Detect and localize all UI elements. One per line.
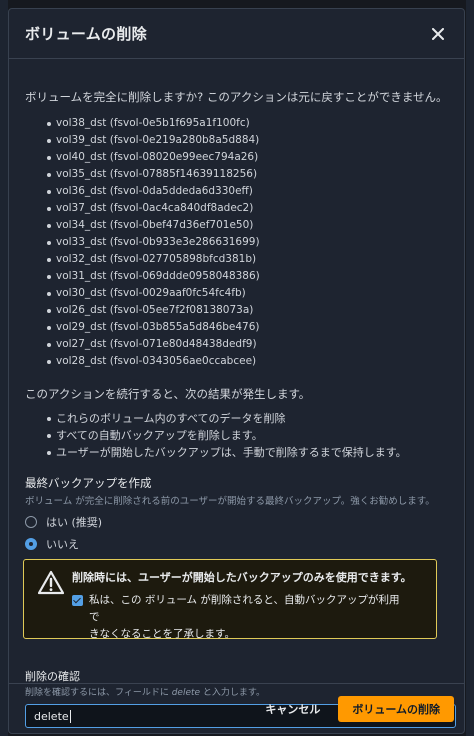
dialog-title: ボリュームの削除 xyxy=(25,25,147,43)
background-panel-left xyxy=(0,0,8,736)
backup-warning-alert: 削除時には、ユーザーが開始したバックアップのみを使用できます。 私は、この ボリ… xyxy=(23,559,437,640)
radio-label-yes: はい (推奨) xyxy=(46,516,103,529)
radio-button-yes[interactable] xyxy=(25,516,37,528)
effect-list-item: これらのボリューム内のすべてのデータを削除 xyxy=(47,410,448,427)
acknowledge-text-line-1: 私は、この ボリューム が削除されると、自動バックアップが利用で xyxy=(89,594,400,623)
warning-triangle-icon xyxy=(38,570,64,595)
effect-list-item: ユーザーが開始したバックアップは、手動で削除するまで保持します。 xyxy=(47,444,448,461)
effect-list-item: すべての自動バックアップを削除します。 xyxy=(47,427,448,444)
final-backup-option-no[interactable]: いいえ xyxy=(25,535,448,553)
volume-list-item: vol33_dst (fsvol-0b933e3e286631699) xyxy=(47,234,448,251)
volume-list-item: vol27_dst (fsvol-071e80d48438dedf9) xyxy=(47,336,448,353)
final-backup-description: ボリューム が完全に削除される前のユーザーが開始する最終バックアップ。強くお勧め… xyxy=(25,496,435,507)
close-icon xyxy=(432,27,444,40)
volume-list-item: vol30_dst (fsvol-0029aaf0fc54fc4fb) xyxy=(47,285,448,302)
warning-title: 削除時には、ユーザーが開始したバックアップのみを使用できます。 xyxy=(72,571,412,584)
background-panel-right xyxy=(466,0,474,736)
radio-button-no[interactable] xyxy=(25,538,37,550)
effects-list: これらのボリューム内のすべてのデータを削除 すべての自動バックアップを削除します… xyxy=(25,410,448,461)
consequence-text: このアクションを続行すると、次の結果が発生します。 xyxy=(25,387,311,401)
final-backup-option-yes[interactable]: はい (推奨) xyxy=(25,513,448,531)
acknowledge-text-line-2: きなくなることを了承します。 xyxy=(89,628,235,640)
confirm-label: 削除の確認 xyxy=(25,670,80,683)
volume-list-item: vol26_dst (fsvol-05ee7f2f08138073a) xyxy=(47,302,448,319)
dialog-lead-text: ボリュームを完全に削除しますか? このアクションは元に戻すことができません。 xyxy=(25,90,448,104)
delete-volume-dialog: ボリュームの削除 ボリュームを完全に削除しますか? このアクションは元に戻すこと… xyxy=(8,8,465,734)
volume-list-item: vol31_dst (fsvol-069ddde0958048386) xyxy=(47,268,448,285)
volume-list-item: vol36_dst (fsvol-0da5ddeda6d330eff) xyxy=(47,183,448,200)
delete-volume-button[interactable]: ボリュームの削除 xyxy=(338,695,454,722)
volume-list-item: vol28_dst (fsvol-0343056ae0ccabcee) xyxy=(47,353,448,370)
volume-list-item: vol38_dst (fsvol-0e5b1f695a1f100fc) xyxy=(47,115,448,132)
volume-list-item: vol29_dst (fsvol-03b855a5d846be476) xyxy=(47,319,448,336)
cancel-button[interactable]: キャンセル xyxy=(265,701,320,717)
dialog-footer: キャンセル ボリュームの削除 xyxy=(9,683,464,733)
volume-list: vol38_dst (fsvol-0e5b1f695a1f100fc) vol3… xyxy=(25,115,448,370)
volume-list-item: vol39_dst (fsvol-0e219a280b8a5d884) xyxy=(47,132,448,149)
volume-list-item: vol37_dst (fsvol-0ac4ca840df8adec2) xyxy=(47,200,448,217)
volume-list-item: vol35_dst (fsvol-07885f14639118256) xyxy=(47,166,448,183)
close-button[interactable] xyxy=(426,22,450,46)
final-backup-label: 最終バックアップを作成 xyxy=(25,476,152,490)
acknowledge-checkbox[interactable] xyxy=(72,595,83,606)
volume-list-item: vol34_dst (fsvol-0bef47d36ef701e50) xyxy=(47,217,448,234)
warning-content: 削除時には、ユーザーが開始したバックアップのみを使用できます。 私は、この ボリ… xyxy=(72,570,424,640)
volume-list-item: vol40_dst (fsvol-08020e99eec794a26) xyxy=(47,149,448,166)
volume-list-item: vol32_dst (fsvol-027705898bfcd381b) xyxy=(47,251,448,268)
acknowledge-text: 私は、この ボリューム が削除されると、自動バックアップが利用で きなくなること… xyxy=(89,592,409,643)
dialog-body: ボリュームを完全に削除しますか? このアクションは元に戻すことができません。 v… xyxy=(9,59,464,553)
dialog-header: ボリュームの削除 xyxy=(9,9,464,59)
radio-label-no: いいえ xyxy=(46,538,79,551)
acknowledge-checkbox-row[interactable]: 私は、この ボリューム が削除されると、自動バックアップが利用で きなくなること… xyxy=(72,592,424,643)
